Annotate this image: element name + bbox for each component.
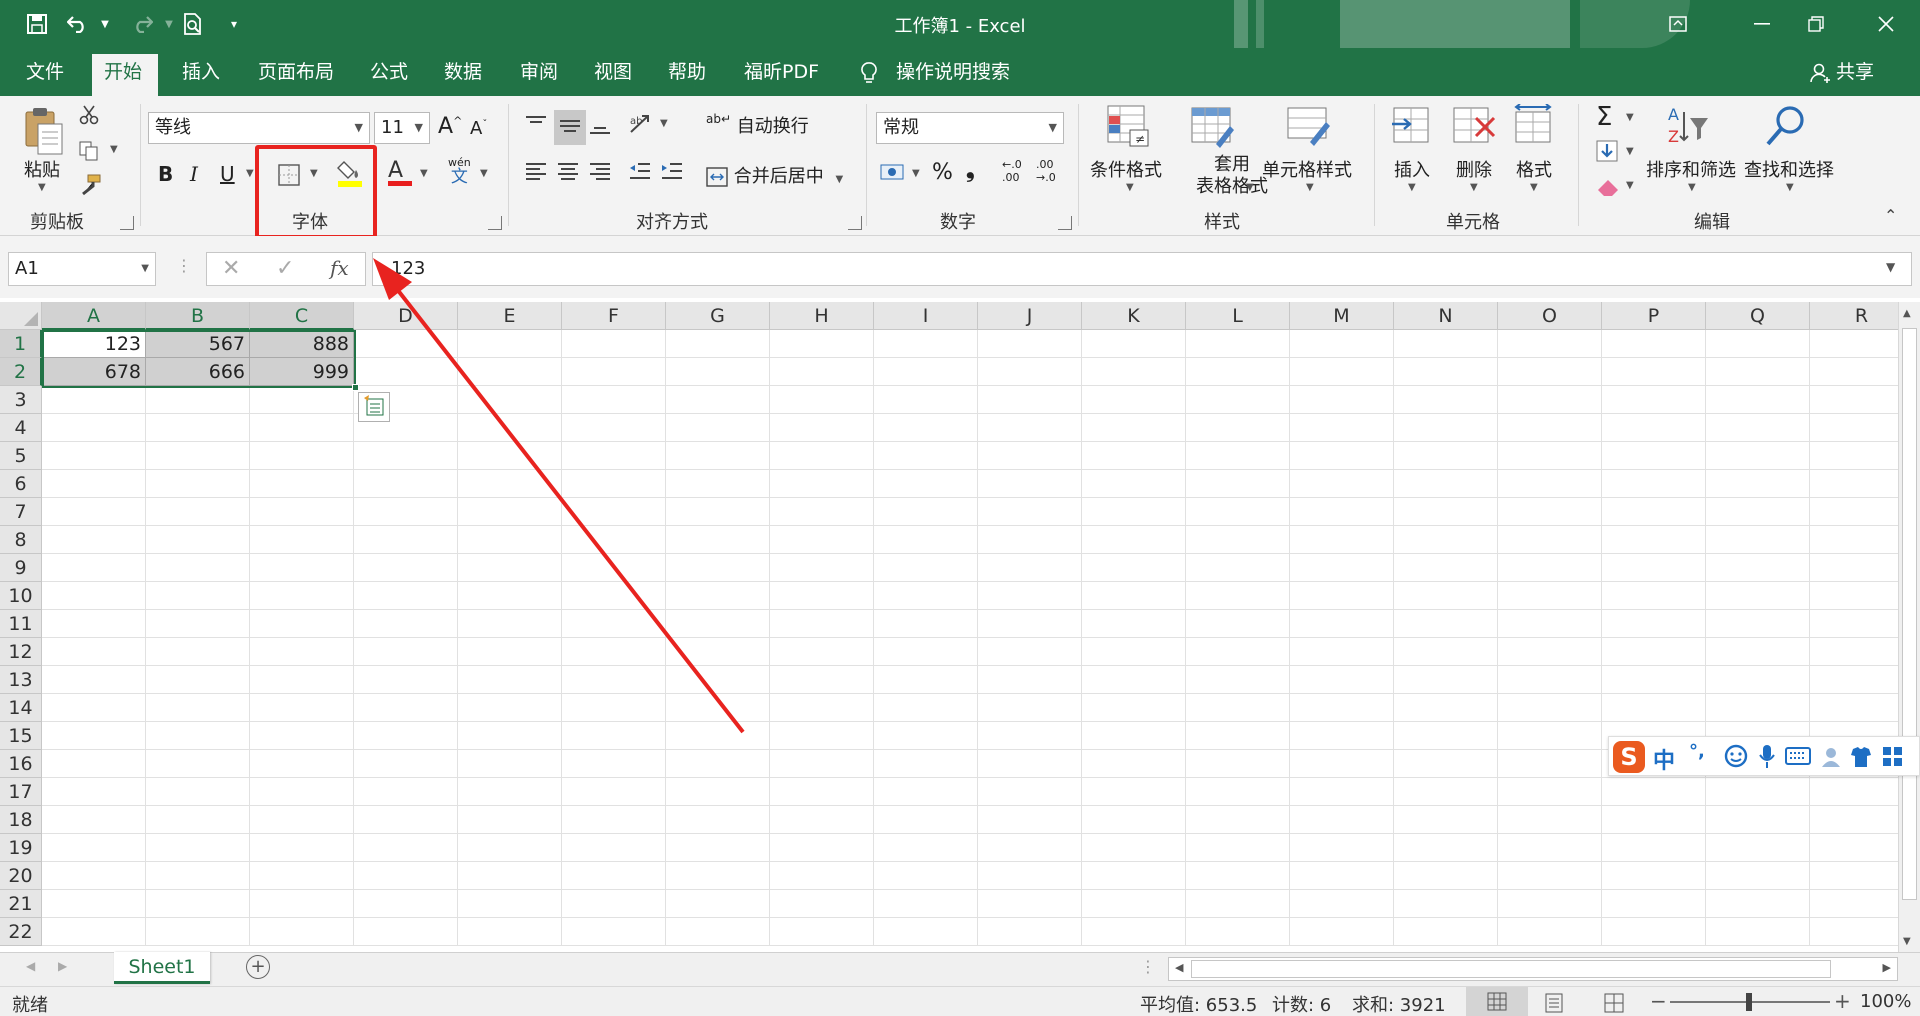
toolbox-icon[interactable]	[1881, 745, 1905, 773]
page-break-view-icon[interactable]	[1604, 993, 1624, 1016]
status-bar: 就绪 平均值: 653.5 计数: 6 求和: 3921 − + 100%	[0, 986, 1920, 1016]
normal-view-button[interactable]	[1466, 987, 1528, 1016]
status-average[interactable]: 平均值: 653.5	[1140, 991, 1257, 1016]
ime-mode-toggle[interactable]: 中	[1653, 743, 1675, 775]
microphone-icon[interactable]	[1757, 743, 1777, 775]
scroll-left-icon[interactable]: ◀	[1175, 961, 1183, 974]
emoji-icon[interactable]	[1723, 743, 1749, 773]
horizontal-scrollbar[interactable]: ◀ ▶	[1168, 957, 1898, 981]
previous-sheet-icon[interactable]: ◀	[26, 959, 35, 973]
skin-icon[interactable]	[1849, 745, 1873, 773]
excel-window: ▼ ▼ ▾ 工作簿1 - Excel 文件 开始 插入 页面布局 公式 数据 审…	[0, 0, 1920, 1016]
keyboard-icon[interactable]	[1785, 747, 1811, 771]
add-sheet-button[interactable]: +	[246, 955, 270, 979]
status-sum[interactable]: 求和: 3921	[1352, 991, 1446, 1016]
annotation-arrow	[373, 258, 745, 734]
zoom-in-button[interactable]: +	[1834, 989, 1851, 1013]
ime-punctuation-toggle[interactable]: °,	[1689, 741, 1705, 762]
status-count[interactable]: 计数: 6	[1272, 991, 1331, 1016]
sheet-tab-bar: ◀ ▶ Sheet1 + ⋮ ◀ ▶	[0, 952, 1920, 986]
next-sheet-icon[interactable]: ▶	[58, 959, 67, 973]
tab-split-grip-icon[interactable]: ⋮	[1140, 957, 1156, 976]
user-icon[interactable]	[1821, 745, 1845, 773]
sogou-logo-icon[interactable]: S	[1613, 741, 1645, 773]
zoom-slider-thumb[interactable]	[1746, 993, 1752, 1011]
zoom-level[interactable]: 100%	[1860, 991, 1911, 1012]
normal-view-icon	[1487, 992, 1507, 1011]
scroll-right-icon[interactable]: ▶	[1883, 961, 1891, 974]
page-layout-view-icon[interactable]	[1544, 993, 1564, 1016]
status-ready: 就绪	[12, 995, 48, 1016]
horizontal-scroll-thumb[interactable]	[1191, 960, 1831, 978]
zoom-out-button[interactable]: −	[1650, 989, 1667, 1013]
sheet-tab-sheet1[interactable]: Sheet1	[114, 952, 210, 984]
ime-toolbar[interactable]: S 中 °,	[1608, 736, 1920, 776]
